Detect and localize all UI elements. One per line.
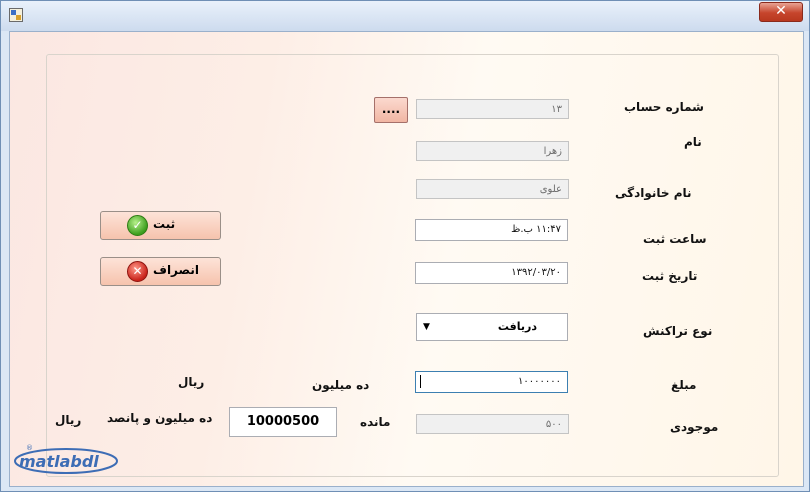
label-last-name: نام خانوادگی bbox=[615, 186, 692, 200]
amount-value: ۱۰۰۰۰۰۰۰ bbox=[518, 376, 561, 387]
title-bar: ✕ bbox=[1, 1, 809, 31]
close-button[interactable]: ✕ bbox=[759, 2, 803, 22]
balance-field[interactable]: ۵۰۰ bbox=[416, 414, 569, 434]
cancel-button-label: انصراف bbox=[153, 263, 199, 277]
remaining-in-words: ده میلیون و پانصد bbox=[107, 411, 213, 425]
currency-label-2: ریال bbox=[55, 413, 82, 427]
amount-in-words: ده میلیون bbox=[312, 378, 370, 392]
app-window: ✕ شماره حساب نام نام خانوادگی ساعت ثبت ت… bbox=[0, 0, 810, 492]
close-icon: ✕ bbox=[775, 3, 787, 19]
remaining-field[interactable]: 10000500 bbox=[229, 407, 337, 437]
transaction-type-select[interactable]: دریافت ▼ bbox=[416, 313, 568, 341]
last-name-field[interactable]: علوی bbox=[416, 179, 569, 199]
checkmark-icon: ✓ bbox=[127, 215, 148, 236]
record-time-field[interactable]: ۱۱:۴۷ ب.ظ bbox=[415, 219, 568, 241]
text-caret bbox=[420, 375, 421, 388]
account-browse-button[interactable]: .... bbox=[374, 97, 408, 123]
logo-text: matlabdl bbox=[19, 452, 99, 471]
cancel-x-icon: ✕ bbox=[127, 261, 148, 282]
amount-field[interactable]: ۱۰۰۰۰۰۰۰ bbox=[415, 371, 568, 393]
label-transaction-type: نوع تراکنش bbox=[643, 324, 713, 338]
watermark-logo: matlabdl ® bbox=[12, 444, 120, 476]
submit-button-label: ثبت bbox=[153, 217, 176, 231]
label-account-number: شماره حساب bbox=[624, 100, 704, 114]
transaction-type-value: دریافت bbox=[497, 320, 537, 333]
logo-registered-mark: ® bbox=[26, 444, 33, 452]
form-client-area: شماره حساب نام نام خانوادگی ساعت ثبت تار… bbox=[9, 31, 804, 487]
label-record-time: ساعت ثبت bbox=[643, 232, 707, 246]
submit-button[interactable]: ✓ ثبت bbox=[100, 211, 221, 240]
label-remaining: مانده bbox=[360, 415, 391, 429]
account-number-field[interactable]: ۱۳ bbox=[416, 99, 569, 119]
cancel-button[interactable]: ✕ انصراف bbox=[100, 257, 221, 286]
app-icon bbox=[9, 8, 23, 22]
label-first-name: نام bbox=[684, 135, 702, 149]
label-amount: مبلغ bbox=[671, 378, 697, 392]
label-record-date: تاریخ ثبت bbox=[642, 269, 698, 283]
first-name-field[interactable]: زهرا bbox=[416, 141, 569, 161]
chevron-down-icon[interactable]: ▼ bbox=[423, 322, 430, 332]
label-balance: موجودی bbox=[670, 420, 719, 434]
record-date-field[interactable]: ۱۳۹۲/۰۳/۲۰ bbox=[415, 262, 568, 284]
currency-label-1: ریال bbox=[178, 375, 205, 389]
